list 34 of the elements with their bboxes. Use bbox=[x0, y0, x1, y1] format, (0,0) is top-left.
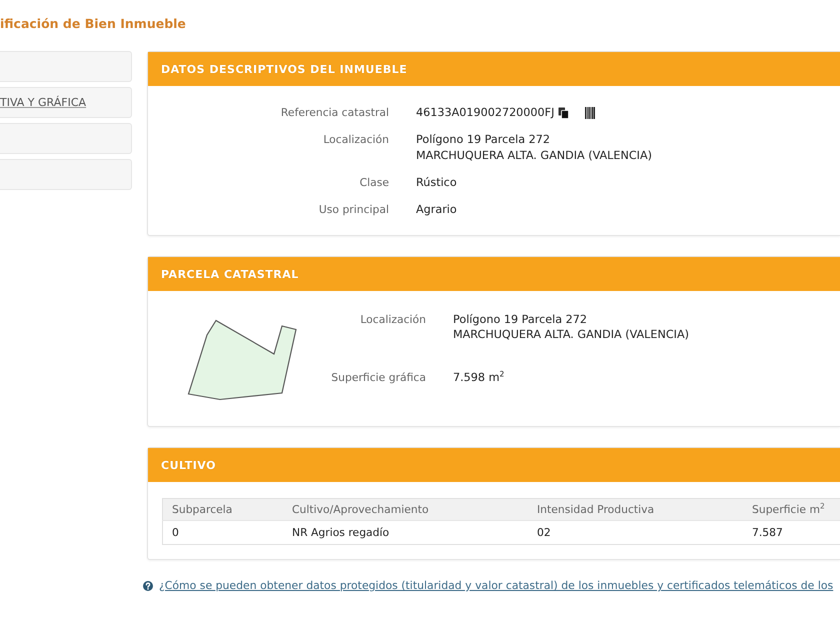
field-value: Rústico bbox=[416, 175, 457, 191]
sidebar-item[interactable] bbox=[0, 51, 132, 82]
table-cell: 7.587 bbox=[743, 520, 840, 544]
field-value: 7.598 m$^{2}$ bbox=[453, 370, 504, 385]
table-cell: 02 bbox=[528, 520, 743, 544]
help-link[interactable]: ¿Cómo se pueden obtener datos protegidos (titularidad y valor catastral) de los inmuebles y certificados telemáticos de los bbox=[159, 579, 834, 593]
panel-title: PARCELA CATASTRAL bbox=[161, 268, 299, 280]
page-title: ificación de Bien Inmueble bbox=[0, 17, 186, 31]
table-cell: 0 bbox=[162, 520, 283, 544]
column-header: Intensidad Productiva bbox=[528, 498, 743, 520]
column-header: Cultivo/Aprovechamiento bbox=[283, 498, 528, 520]
sidebar-item[interactable] bbox=[0, 123, 132, 154]
sidebar-item[interactable] bbox=[0, 159, 132, 190]
field-value: MARCHUQUERA ALTA. GANDIA (VALENCIA) bbox=[416, 148, 652, 164]
field-value: Polígono 19 Parcela 272 bbox=[416, 132, 550, 148]
help-icon bbox=[143, 581, 153, 591]
panel-title: DATOS DESCRIPTIVOS DEL INMUEBLE bbox=[161, 62, 408, 76]
sidebar-item[interactable]: TIVA Y GRÁFICA bbox=[0, 87, 132, 118]
barcode-icon[interactable] bbox=[585, 107, 596, 119]
field-label: Referencia catastral bbox=[280, 105, 389, 121]
field-label: Superficie gráfica bbox=[330, 370, 426, 385]
table-cell: NR Agrios regadío bbox=[283, 520, 528, 544]
field-value: Agrario bbox=[416, 202, 457, 218]
field-label: Localización bbox=[322, 132, 389, 148]
copy-icon[interactable] bbox=[558, 107, 570, 119]
panel-title: CULTIVO bbox=[161, 458, 216, 472]
column-header: Superficie m$^{2}$ bbox=[743, 498, 840, 520]
field-value: MARCHUQUERA ALTA. GANDIA (VALENCIA) bbox=[453, 327, 689, 342]
field-label: Localización bbox=[359, 312, 426, 327]
field-value: Polígono 19 Parcela 272 bbox=[453, 312, 587, 327]
field-label: Uso principal bbox=[318, 202, 389, 218]
field-label: Clase bbox=[358, 175, 389, 191]
field-value: 46133A019002720000FJ bbox=[416, 105, 554, 121]
column-header: Subparcela bbox=[162, 498, 283, 520]
